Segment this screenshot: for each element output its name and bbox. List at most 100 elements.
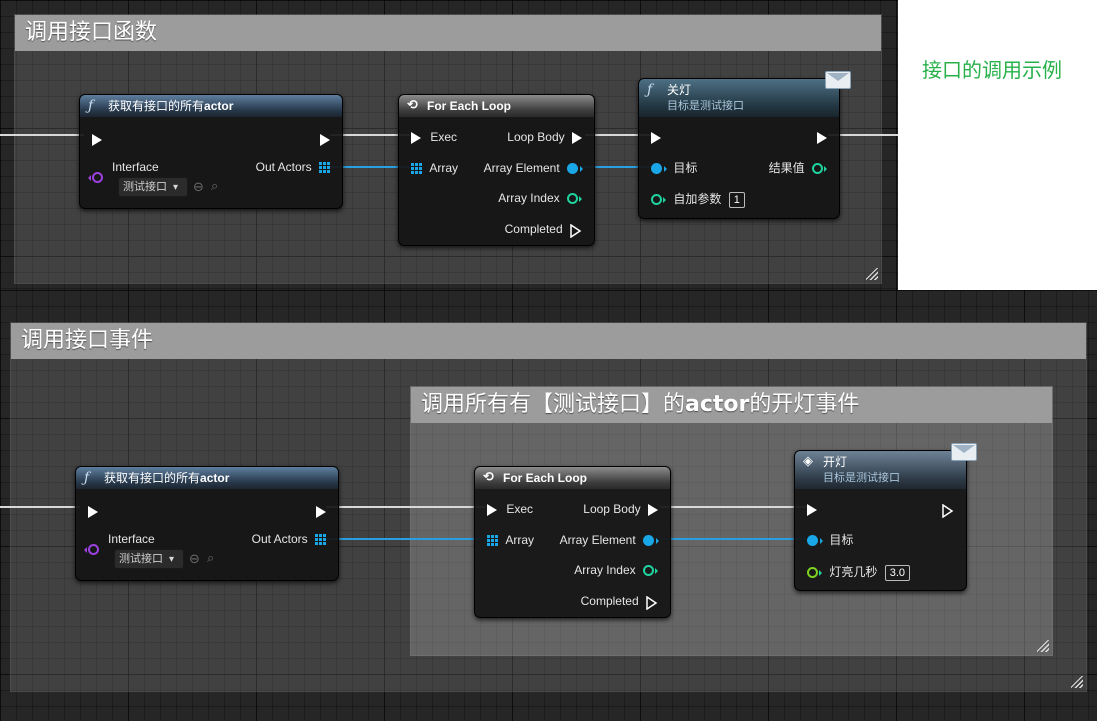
exec-out-pin[interactable] — [942, 501, 954, 518]
object-pin-icon[interactable] — [643, 535, 659, 547]
param-pin[interactable]: 自加参数 1 — [651, 191, 745, 208]
interface-pin-icon[interactable] — [84, 544, 99, 555]
exec-in-pin[interactable]: Exec — [411, 129, 457, 145]
node-interface-event[interactable]: ◈ 开灯 目标是测试接口 目标 灯亮几秒 3.0 — [794, 443, 977, 591]
exec-wire — [326, 506, 486, 508]
param-label: 自加参数 — [673, 192, 722, 206]
exec-pin-hollow-icon[interactable] — [646, 595, 658, 610]
search-icon[interactable]: ⌕ — [207, 551, 214, 565]
chevron-down-icon: ▾ — [169, 554, 175, 565]
search-icon[interactable]: ⌕ — [211, 179, 218, 193]
completed-pin[interactable]: Completed — [581, 593, 658, 610]
array-pin-icon[interactable] — [487, 535, 498, 547]
array-element-pin[interactable]: Array Element — [484, 160, 583, 176]
exec-pin-icon[interactable] — [411, 131, 421, 144]
node-for-each-loop[interactable]: ⟲ For Each Loop Exec Loop Body Array Arr… — [474, 466, 671, 618]
resize-grip-icon[interactable] — [1071, 676, 1083, 688]
target-pin[interactable]: 目标 — [807, 532, 853, 548]
out-actors-label: Out Actors — [251, 532, 308, 546]
param-label: 灯亮几秒 — [829, 565, 878, 579]
comment-title[interactable]: 调用接口函数 — [15, 15, 881, 51]
object-pin-icon[interactable] — [807, 535, 823, 547]
loop-body-pin[interactable]: Loop Body — [583, 501, 658, 517]
exec-wire — [660, 506, 808, 508]
exec-pin-icon[interactable] — [807, 503, 817, 516]
exec-pin-icon[interactable] — [88, 505, 98, 518]
array-pin-icon[interactable] — [315, 534, 326, 546]
array-in-pin[interactable]: Array — [411, 160, 458, 176]
object-pin-icon[interactable] — [567, 163, 583, 175]
exec-pin-hollow-icon[interactable] — [570, 223, 582, 238]
comment-title[interactable]: 调用接口事件 — [11, 323, 1086, 359]
exec-out-pin[interactable] — [817, 129, 827, 145]
int-pin-icon[interactable] — [651, 194, 666, 206]
node-subtitle: 目标是测试接口 — [667, 100, 744, 112]
interface-pin[interactable] — [84, 532, 99, 555]
node-header: ƒ 获取有接口的所有actor — [76, 467, 338, 489]
param-value-input[interactable]: 1 — [728, 191, 745, 208]
arrow-left-circle-icon[interactable]: ⊖ — [189, 552, 200, 566]
array-element-pin[interactable]: Array Element — [560, 532, 659, 548]
result-pin[interactable]: 结果值 — [769, 160, 827, 176]
exec-pin-icon[interactable] — [651, 131, 661, 144]
node-title: For Each Loop — [503, 471, 587, 485]
array-in-pin[interactable]: Array — [487, 532, 534, 548]
param-value-input[interactable]: 3.0 — [884, 564, 910, 581]
exec-wire-in — [0, 506, 80, 508]
node-call-interface-function[interactable]: ƒ 关灯 目标是测试接口 目标 结果值 自加参数 1 — [638, 71, 851, 219]
exec-pin-hollow-icon[interactable] — [942, 503, 954, 518]
interface-combo-value: 测试接口 — [123, 181, 167, 193]
node-get-all-actors-with-interface[interactable]: ƒ 获取有接口的所有actor Interface 测试接口 ▾ ⊖ ⌕ Out … — [75, 466, 339, 581]
exec-pin-icon[interactable] — [92, 133, 102, 146]
exec-pin-icon[interactable] — [817, 131, 827, 144]
arrow-left-circle-icon[interactable]: ⊖ — [193, 180, 204, 194]
exec-in-pin[interactable] — [807, 501, 817, 517]
loop-icon: ⟲ — [407, 98, 418, 113]
exec-pin-icon[interactable] — [572, 131, 582, 144]
exec-in-pin[interactable] — [88, 503, 98, 519]
resize-grip-icon[interactable] — [866, 268, 878, 280]
blueprint-graph-bottom[interactable]: 调用接口事件 调用所有有【测试接口】的actor的开灯事件 ƒ 获取有接口的所有… — [0, 290, 1097, 721]
node-header: ⟲ For Each Loop — [399, 95, 594, 117]
array-pin-icon[interactable] — [319, 162, 330, 174]
float-pin-icon[interactable] — [807, 567, 822, 579]
loop-body-label: Loop Body — [507, 130, 565, 144]
array-pin-icon[interactable] — [411, 163, 422, 175]
blueprint-graph-top[interactable]: 调用接口函数 ƒ 获取有接口的所有actor Interface 测试接口 ▾ ⊖… — [0, 0, 898, 294]
chevron-down-icon: ▾ — [173, 182, 179, 193]
exec-pin-icon[interactable] — [320, 133, 330, 146]
exec-out-pin[interactable] — [320, 131, 330, 147]
exec-pin-icon[interactable] — [487, 503, 497, 516]
array-label: Array — [429, 161, 459, 175]
exec-in-pin[interactable] — [92, 131, 102, 147]
target-label: 目标 — [673, 161, 698, 175]
int-pin-icon[interactable] — [643, 565, 658, 577]
param-pin[interactable]: 灯亮几秒 3.0 — [807, 564, 910, 581]
node-get-all-actors-with-interface[interactable]: ƒ 获取有接口的所有actor Interface 测试接口 ▾ ⊖ ⌕ Out … — [79, 94, 343, 209]
array-index-pin[interactable]: Array Index — [574, 562, 658, 578]
completed-pin[interactable]: Completed — [505, 221, 582, 238]
node-title: 关灯 — [667, 83, 692, 97]
node-for-each-loop[interactable]: ⟲ For Each Loop Exec Loop Body Array Arr… — [398, 94, 595, 246]
interface-pin[interactable] — [88, 160, 103, 183]
exec-in-pin[interactable] — [651, 129, 661, 145]
inner-title-suffix: 的开灯事件 — [749, 392, 860, 417]
int-pin-icon[interactable] — [567, 193, 582, 205]
array-index-pin[interactable]: Array Index — [498, 190, 582, 206]
exec-out-pin[interactable] — [316, 503, 326, 519]
loop-body-pin[interactable]: Loop Body — [507, 129, 582, 145]
exec-pin-icon[interactable] — [648, 503, 658, 516]
int-pin-icon[interactable] — [812, 163, 827, 175]
interface-combo[interactable]: 测试接口 ▾ — [118, 177, 188, 197]
object-pin-icon[interactable] — [651, 163, 667, 175]
side-note: 接口的调用示例 — [922, 58, 1062, 82]
interface-combo[interactable]: 测试接口 ▾ — [114, 549, 184, 569]
exec-in-pin[interactable]: Exec — [487, 501, 533, 517]
interface-pin-icon[interactable] — [88, 172, 103, 183]
out-actors-pin[interactable]: Out Actors — [252, 531, 326, 547]
inner-comment-title[interactable]: 调用所有有【测试接口】的actor的开灯事件 — [411, 387, 1052, 423]
target-pin[interactable]: 目标 — [651, 160, 697, 176]
out-actors-pin[interactable]: Out Actors — [256, 159, 330, 175]
exec-pin-icon[interactable] — [316, 505, 326, 518]
resize-grip-icon[interactable] — [1037, 640, 1049, 652]
